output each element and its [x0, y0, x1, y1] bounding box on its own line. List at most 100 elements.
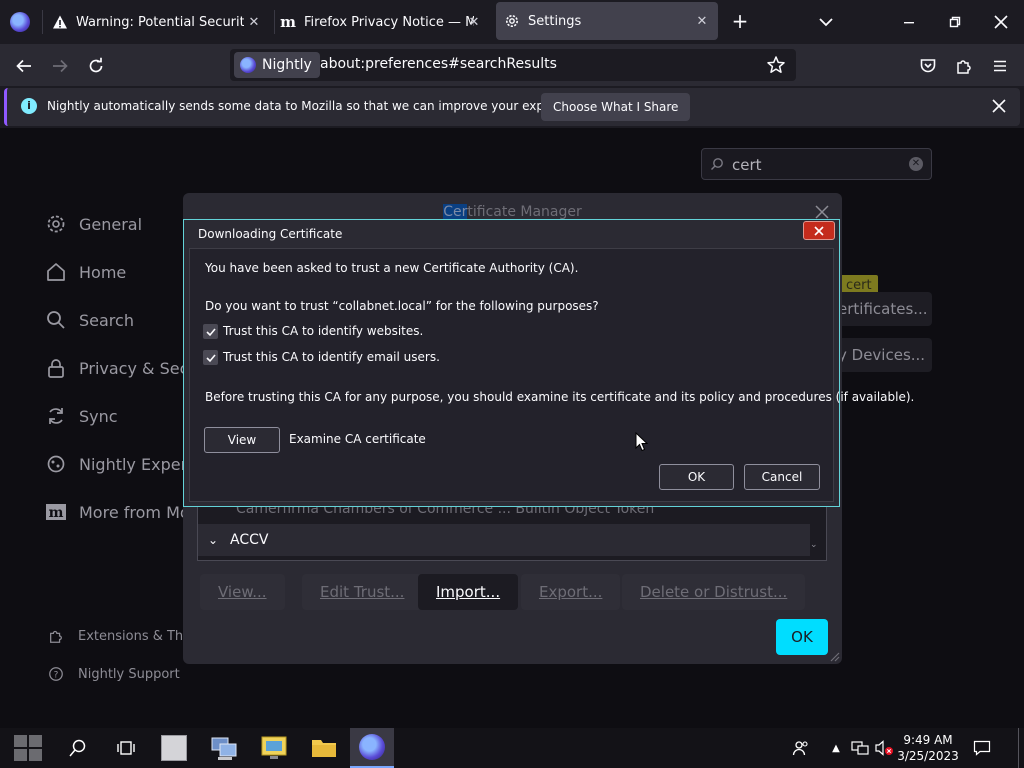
- certificate-tree[interactable]: Camerfirma Chambers of Commerce ... Buil…: [197, 499, 827, 561]
- home-icon: [44, 260, 68, 284]
- category-privacy-security[interactable]: Privacy & Secu: [44, 353, 199, 383]
- close-icon[interactable]: [815, 205, 829, 219]
- cancel-button[interactable]: Cancel: [744, 464, 820, 490]
- ok-button[interactable]: OK: [776, 619, 828, 655]
- sync-icon: [44, 404, 68, 428]
- trust-email-checkbox[interactable]: [203, 350, 218, 365]
- app-menu-button[interactable]: [986, 52, 1014, 80]
- tab-security-warning[interactable]: Warning: Potential Security Risk ✕: [52, 0, 274, 44]
- taskbar-app-blank[interactable]: [152, 728, 196, 768]
- category-sync[interactable]: Sync: [44, 401, 118, 431]
- action-center-button[interactable]: [966, 728, 998, 768]
- extensions-button[interactable]: [950, 52, 978, 80]
- warning-icon: [52, 14, 68, 30]
- tab-separator: [42, 10, 43, 34]
- trust-websites-label[interactable]: Trust this CA to identify websites.: [223, 324, 423, 338]
- advice-text: Before trusting this CA for any purpose,…: [205, 390, 915, 404]
- svg-text:?: ?: [54, 671, 59, 681]
- show-desktop-button[interactable]: [1018, 728, 1022, 768]
- identity-box[interactable]: Nightly: [234, 52, 320, 78]
- downloading-certificate-dialog: Downloading Certificate You have been as…: [183, 219, 914, 507]
- reload-icon: [89, 57, 103, 73]
- volume-muted-icon[interactable]: [872, 728, 896, 768]
- nightly-support-link[interactable]: ? Nightly Support: [46, 663, 180, 685]
- view-certificate-button[interactable]: View: [204, 427, 280, 453]
- category-home[interactable]: Home: [44, 257, 126, 287]
- chevron-down-icon: [819, 18, 833, 27]
- close-icon: [994, 15, 1008, 29]
- close-dialog-button[interactable]: [803, 221, 835, 240]
- folder-icon: [312, 740, 336, 757]
- gear-icon: [44, 212, 68, 236]
- system-clock[interactable]: 9:49 AM 3/25/2023: [896, 732, 960, 764]
- ok-button[interactable]: OK: [659, 464, 734, 490]
- restore-button[interactable]: [932, 0, 978, 44]
- help-icon: ?: [46, 664, 66, 684]
- category-more-from-mozilla[interactable]: m More from Mo: [44, 497, 190, 527]
- taskbar-app-network[interactable]: [202, 728, 246, 768]
- clear-search-icon[interactable]: ✕: [909, 157, 923, 171]
- link-label: Nightly Support: [78, 666, 180, 682]
- delete-distrust-button[interactable]: Delete or Distrust...: [622, 574, 806, 610]
- new-tab-button[interactable]: +: [730, 10, 750, 34]
- taskbar-app-control-panel[interactable]: [252, 728, 296, 768]
- people-button[interactable]: [788, 728, 814, 768]
- export-button[interactable]: Export...: [521, 574, 621, 610]
- resize-grip-icon[interactable]: [828, 650, 840, 662]
- tab-settings[interactable]: Settings ✕: [496, 2, 718, 40]
- view-button[interactable]: View...: [200, 574, 285, 610]
- network-status-icon[interactable]: [848, 728, 872, 768]
- taskbar-app-file-explorer[interactable]: [302, 728, 346, 768]
- url-text[interactable]: about:preferences#searchResults: [320, 56, 557, 72]
- info-icon: i: [21, 98, 37, 114]
- windows-taskbar: ▲ 9:49 AM 3/25/2023: [0, 728, 1024, 768]
- taskbar-app-nightly[interactable]: [350, 728, 394, 768]
- app-window-icon: [161, 735, 187, 761]
- minimize-button[interactable]: [886, 0, 932, 44]
- choose-what-i-share-button[interactable]: Choose What I Share: [541, 93, 691, 121]
- tab-privacy-notice[interactable]: m Firefox Privacy Notice — Mozilla ✕: [280, 0, 490, 44]
- trust-websites-checkbox[interactable]: [203, 324, 218, 339]
- show-hidden-icons-button[interactable]: ▲: [826, 728, 846, 768]
- clock-date: 3/25/2023: [897, 749, 959, 763]
- edit-trust-button[interactable]: Edit Trust...: [302, 574, 423, 610]
- title-highlight: Cer: [443, 204, 468, 220]
- category-label: Home: [79, 262, 127, 282]
- task-view-button[interactable]: [104, 728, 148, 768]
- close-notification-icon[interactable]: [990, 97, 1008, 115]
- bookmark-star-icon[interactable]: [766, 55, 786, 75]
- scroll-down-icon[interactable]: ⌄: [810, 540, 820, 550]
- trust-email-label[interactable]: Trust this CA to identify email users.: [223, 350, 440, 364]
- close-tab-icon[interactable]: ✕: [246, 14, 262, 30]
- category-general[interactable]: General: [44, 209, 142, 239]
- view-certificates-button[interactable]: ertificates...: [832, 292, 932, 326]
- back-button[interactable]: [10, 52, 38, 80]
- close-tab-icon[interactable]: ✕: [466, 14, 482, 30]
- forward-button[interactable]: [46, 52, 74, 80]
- category-label: General: [79, 214, 143, 234]
- nightly-logo-icon: [240, 57, 256, 73]
- import-button[interactable]: Import...: [418, 574, 519, 610]
- examine-ca-label: Examine CA certificate: [289, 432, 426, 446]
- svg-text:m: m: [49, 505, 64, 521]
- reload-button[interactable]: [82, 52, 110, 80]
- category-search[interactable]: Search: [44, 305, 134, 335]
- search-icon: [69, 739, 86, 757]
- start-button[interactable]: [6, 728, 50, 768]
- tree-row-group[interactable]: ⌄ ACCV: [198, 524, 810, 556]
- hamburger-menu-icon: [994, 60, 1006, 72]
- close-window-button[interactable]: [978, 0, 1024, 44]
- url-bar[interactable]: Nightly about:preferences#searchResults: [230, 49, 796, 81]
- checkmark-icon: [205, 353, 216, 362]
- category-nightly-experiments[interactable]: Nightly Experin: [44, 449, 202, 479]
- close-tab-icon[interactable]: ✕: [694, 13, 710, 29]
- extensions-themes-link[interactable]: Extensions & The: [46, 625, 191, 647]
- preferences-search-field[interactable]: cert ✕: [701, 148, 932, 180]
- list-all-tabs-button[interactable]: [814, 10, 838, 34]
- mozilla-m-icon: m: [280, 13, 296, 31]
- data-reporting-notification: i Nightly automatically sends some data …: [4, 88, 1020, 126]
- nightly-logo-icon[interactable]: [10, 12, 30, 32]
- pocket-button[interactable]: [914, 52, 942, 80]
- taskbar-search-button[interactable]: [56, 728, 100, 768]
- security-devices-button[interactable]: y Devices...: [832, 338, 932, 372]
